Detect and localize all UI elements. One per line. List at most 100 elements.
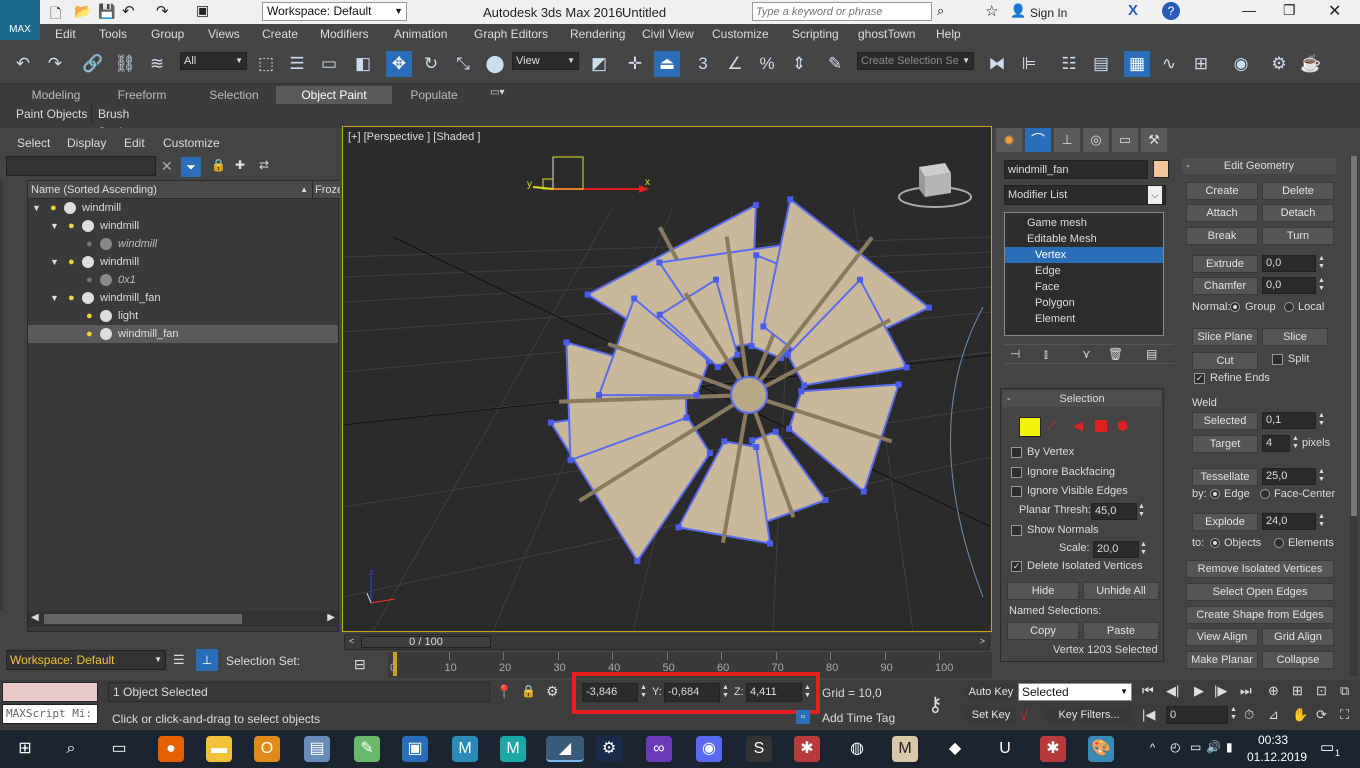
turn-button[interactable]: Turn bbox=[1262, 227, 1334, 245]
absolute-mode-icon[interactable]: ⚙ bbox=[546, 683, 559, 700]
copy-selection-button[interactable]: Copy bbox=[1007, 622, 1079, 640]
previous-frame-icon[interactable]: ◀| bbox=[1166, 683, 1179, 699]
menu-help[interactable]: Help bbox=[936, 27, 961, 41]
3ds-max-icon[interactable]: M bbox=[452, 736, 478, 762]
task-view-icon[interactable]: ▭ bbox=[106, 736, 132, 762]
visibility-bulb-icon[interactable]: ● bbox=[68, 289, 75, 307]
menu-create[interactable]: Create bbox=[262, 27, 298, 41]
battery-icon[interactable]: ▮ bbox=[1226, 740, 1233, 754]
filter-icon[interactable]: ⏷ bbox=[181, 157, 201, 177]
scene-search-input[interactable] bbox=[6, 156, 156, 176]
material-editor-icon[interactable]: ◉ bbox=[1228, 51, 1254, 77]
user-icon[interactable]: 👤 bbox=[1010, 3, 1026, 19]
delete-isolated-checkbox[interactable]: ✓ bbox=[1011, 561, 1022, 572]
pin-stack-icon[interactable]: ⊣ bbox=[1010, 347, 1020, 361]
visibility-bulb-icon[interactable]: ● bbox=[68, 253, 75, 271]
outlook-icon[interactable]: O bbox=[254, 736, 280, 762]
visibility-bulb-icon[interactable]: ● bbox=[50, 199, 57, 217]
ribbon-subtab-brush-settings[interactable]: Brush Settings bbox=[94, 105, 176, 139]
search-icon[interactable]: ⌕ bbox=[58, 736, 84, 762]
clear-search-icon[interactable]: ✕ bbox=[161, 158, 173, 175]
menu-scripting[interactable]: Scripting bbox=[792, 27, 839, 41]
show-normals-checkbox[interactable] bbox=[1011, 525, 1022, 536]
discord-icon[interactable]: ◉ bbox=[696, 736, 722, 762]
ribbon-subtab-paint-objects[interactable]: Paint Objects bbox=[12, 105, 92, 123]
select-by-name-icon[interactable]: ☰ bbox=[284, 51, 310, 77]
weld-target-field[interactable]: 4 bbox=[1262, 435, 1290, 452]
menu-animation[interactable]: Animation bbox=[394, 27, 447, 41]
unlink-icon[interactable]: ⛓ bbox=[112, 51, 138, 77]
explode-objects-radio[interactable] bbox=[1210, 538, 1220, 548]
display-tab-icon[interactable]: ▭ bbox=[1112, 128, 1138, 152]
modifier-stack-item[interactable]: Polygon bbox=[1005, 295, 1163, 311]
extrude-button[interactable]: Extrude bbox=[1192, 255, 1258, 273]
layer-explorer-icon[interactable]: ☷ bbox=[1056, 51, 1082, 77]
ribbon-tab-object-paint[interactable]: Object Paint bbox=[276, 86, 392, 104]
spinner-snap-icon[interactable]: ⇕ bbox=[786, 51, 812, 77]
marmoset-icon[interactable]: M bbox=[892, 736, 918, 762]
extrude-amount-field[interactable]: 0,0 bbox=[1262, 255, 1316, 272]
window-crossing-icon[interactable]: ◧ bbox=[350, 51, 376, 77]
auto-key-button[interactable]: Auto Key bbox=[966, 683, 1016, 701]
column-header-frozen[interactable]: Frozen bbox=[312, 181, 340, 199]
polygon-mode-icon[interactable] bbox=[1095, 420, 1107, 432]
remove-isolated-button[interactable]: Remove Isolated Vertices bbox=[1186, 560, 1334, 578]
tessellate-button[interactable]: Tessellate bbox=[1192, 468, 1258, 486]
expand-toggle-icon[interactable]: ▼ bbox=[50, 217, 59, 235]
modifier-stack-item[interactable]: Element bbox=[1005, 311, 1163, 327]
z-coordinate-spinner[interactable]: ▲ ▼ bbox=[804, 684, 811, 700]
normal-group-radio[interactable] bbox=[1230, 302, 1240, 312]
create-tab-icon[interactable]: ✹ bbox=[996, 128, 1022, 152]
planar-thresh-spinner[interactable]: ▲ ▼ bbox=[1138, 503, 1145, 519]
hide-button[interactable]: Hide bbox=[1007, 582, 1079, 600]
visual-studio-icon[interactable]: ∞ bbox=[646, 736, 672, 762]
menu-modifiers[interactable]: Modifiers bbox=[320, 27, 369, 41]
go-to-start-icon[interactable]: ⏮ bbox=[1142, 683, 1154, 699]
percent-snap-icon[interactable]: % bbox=[754, 51, 780, 77]
time-slider[interactable]: < 0 / 100 > bbox=[344, 634, 990, 650]
object-color-swatch[interactable] bbox=[1153, 160, 1169, 178]
search-input[interactable] bbox=[752, 2, 932, 21]
paint-icon[interactable]: 🎨 bbox=[1088, 736, 1114, 762]
time-slider-thumb[interactable]: 0 / 100 bbox=[361, 636, 491, 648]
notepad-icon[interactable]: ✎ bbox=[354, 736, 380, 762]
steam-icon[interactable]: ⚙ bbox=[596, 736, 622, 762]
unity-icon[interactable]: ◆ bbox=[942, 736, 968, 762]
snaps-toggle-icon[interactable]: 3 bbox=[690, 51, 716, 77]
tray-chevron-icon[interactable]: ^ bbox=[1150, 742, 1155, 754]
frame-spinner[interactable]: ▲ ▼ bbox=[1230, 706, 1237, 722]
tessellate-edge-radio[interactable] bbox=[1210, 489, 1220, 499]
visibility-bulb-icon[interactable]: ● bbox=[86, 307, 93, 325]
visibility-bulb-icon[interactable]: ● bbox=[68, 217, 75, 235]
keyboard-shortcut-override-icon[interactable]: ⏏ bbox=[654, 51, 680, 77]
expand-toggle-icon[interactable]: ▼ bbox=[50, 289, 59, 307]
menu-views[interactable]: Views bbox=[208, 27, 240, 41]
scene-tree-row[interactable]: ● light bbox=[28, 307, 338, 325]
ribbon-tab-freeform[interactable]: Freeform bbox=[104, 86, 180, 104]
zoom-extents-icon[interactable]: ⊡ bbox=[1316, 683, 1327, 699]
mini-listener-top[interactable] bbox=[2, 682, 98, 702]
pattern-app-2-icon[interactable]: ✱ bbox=[1040, 736, 1066, 762]
viewport-canvas[interactable]: x y z bbox=[343, 127, 991, 631]
tessellate-face-center-radio[interactable] bbox=[1260, 489, 1270, 499]
element-mode-icon[interactable]: ⬢ bbox=[1117, 418, 1128, 434]
horizontal-scrollbar[interactable]: ◀ ▶ bbox=[28, 611, 338, 627]
grid-align-button[interactable]: Grid Align bbox=[1262, 628, 1334, 646]
isolate-selection-icon[interactable]: 📍 bbox=[496, 684, 512, 700]
named-selection-set-dropdown[interactable]: Create Selection Se ▼ bbox=[857, 52, 974, 70]
tray-app-icon[interactable]: ◴ bbox=[1170, 740, 1180, 754]
orbit-icon[interactable]: ⟳ bbox=[1316, 707, 1327, 723]
explode-angle-field[interactable]: 24,0 bbox=[1262, 513, 1316, 530]
notification-icon[interactable]: ▭ bbox=[1320, 738, 1334, 756]
slice-button[interactable]: Slice bbox=[1262, 328, 1328, 346]
schematic-view-icon[interactable]: ⊞ bbox=[1188, 51, 1214, 77]
make-planar-button[interactable]: Make Planar bbox=[1186, 651, 1258, 669]
clock-date[interactable]: 01.12.2019 bbox=[1247, 750, 1307, 764]
expand-toggle-icon[interactable]: ▼ bbox=[32, 199, 41, 217]
chamfer-spinner[interactable]: ▲ ▼ bbox=[1318, 277, 1325, 293]
go-to-end-icon[interactable]: ⏭ bbox=[1240, 683, 1252, 699]
curve-editor-icon[interactable]: ∿ bbox=[1156, 51, 1182, 77]
mini-curve-editor-icon[interactable]: ⊟ bbox=[354, 656, 366, 673]
by-vertex-checkbox[interactable] bbox=[1011, 447, 1022, 458]
menu-group[interactable]: Group bbox=[151, 27, 184, 41]
